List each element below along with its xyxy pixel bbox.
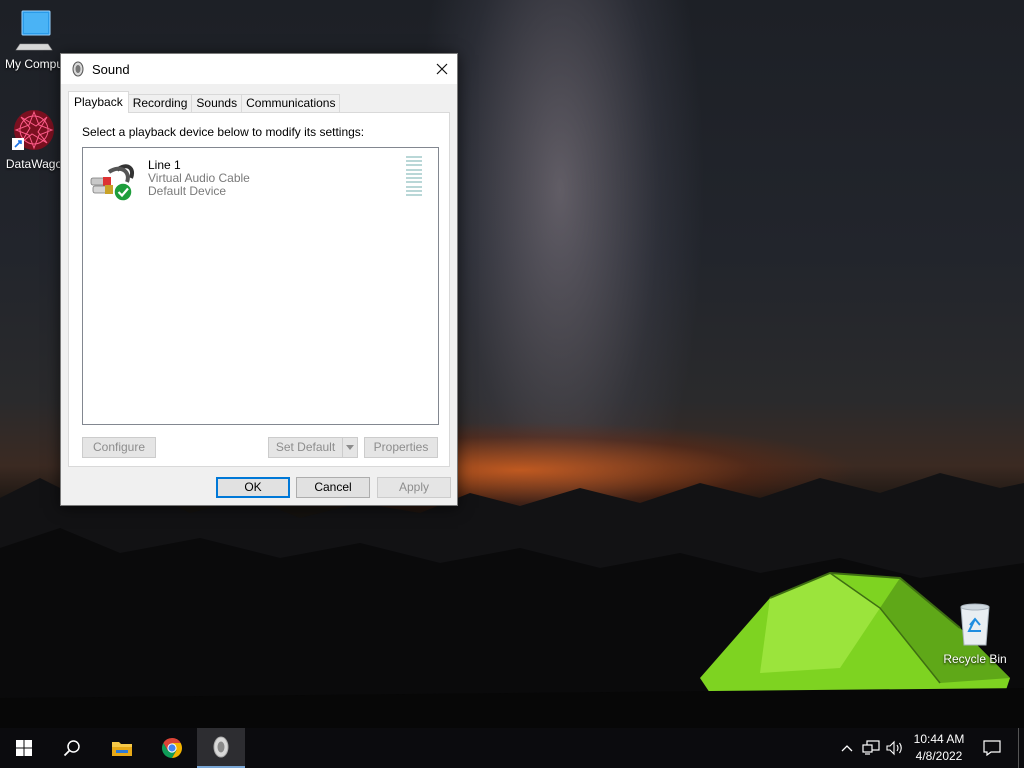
device-description: Virtual Audio Cable (148, 171, 250, 185)
network-icon (862, 740, 880, 755)
audio-cable-icon (90, 164, 134, 202)
action-center-button[interactable] (982, 738, 1002, 758)
instruction-text: Select a playback device below to modify… (82, 125, 365, 139)
configure-button[interactable]: Configure (82, 437, 156, 458)
properties-button[interactable]: Properties (364, 437, 438, 458)
dialog-titlebar[interactable]: Sound (61, 54, 457, 84)
volume-meter (406, 156, 422, 196)
speaker-app-icon (72, 61, 84, 77)
cancel-button[interactable]: Cancel (296, 477, 370, 498)
chevron-up-icon (841, 745, 853, 752)
notification-icon (983, 740, 1001, 756)
recycle-bin-icon (960, 603, 990, 646)
search-icon (63, 740, 80, 757)
close-button[interactable] (427, 54, 457, 84)
set-default-button[interactable]: Set Default (268, 437, 343, 458)
sound-dialog: Sound Playback Recording Sounds Communic… (60, 53, 458, 506)
file-explorer-button[interactable] (98, 728, 146, 768)
volume-tray-button[interactable] (885, 738, 905, 758)
tab-playback[interactable]: Playback (68, 91, 129, 113)
folder-icon (112, 742, 132, 756)
ok-button[interactable]: OK (216, 477, 290, 498)
apply-button[interactable]: Apply (377, 477, 451, 498)
chrome-button[interactable] (148, 728, 196, 768)
tab-communications[interactable]: Communications (241, 94, 341, 113)
taskbar-clock[interactable]: 10:44 AM 4/8/2022 (904, 731, 974, 765)
dialog-title: Sound (92, 61, 130, 77)
volume-icon (886, 740, 902, 756)
close-icon (436, 63, 448, 75)
show-hidden-icons-button[interactable] (837, 738, 857, 758)
chevron-down-icon (346, 445, 354, 450)
desktop-icon-recycle-bin[interactable]: Recycle Bin (937, 603, 1013, 666)
sound-taskbar-button[interactable] (197, 728, 245, 768)
network-tray-button[interactable] (861, 738, 881, 758)
desktop-icon-label: Recycle Bin (943, 652, 1007, 666)
speaker-app-icon (213, 736, 229, 758)
show-desktop-button[interactable] (1018, 728, 1024, 768)
clock-date: 4/8/2022 (915, 749, 963, 763)
playback-panel: Select a playback device below to modify… (68, 112, 450, 467)
tab-recording[interactable]: Recording (127, 94, 193, 113)
datawagon-icon (12, 110, 54, 150)
start-button[interactable] (0, 728, 48, 768)
set-default-dropdown[interactable] (342, 437, 358, 458)
device-list[interactable]: Line 1 Virtual Audio Cable Default Devic… (82, 147, 439, 425)
taskbar: 10:44 AM 4/8/2022 (0, 728, 1024, 768)
tab-sounds[interactable]: Sounds (191, 94, 243, 113)
search-button[interactable] (48, 728, 96, 768)
list-item-device[interactable]: Line 1 Virtual Audio Cable Default Devic… (87, 154, 427, 202)
device-name: Line 1 (148, 158, 181, 172)
chrome-icon (162, 738, 182, 758)
clock-time: 10:44 AM (913, 732, 965, 746)
tab-strip: Playback Recording Sounds Communications (68, 91, 341, 113)
windows-logo-icon (16, 740, 32, 756)
computer-icon (15, 10, 53, 51)
device-status: Default Device (148, 184, 227, 198)
